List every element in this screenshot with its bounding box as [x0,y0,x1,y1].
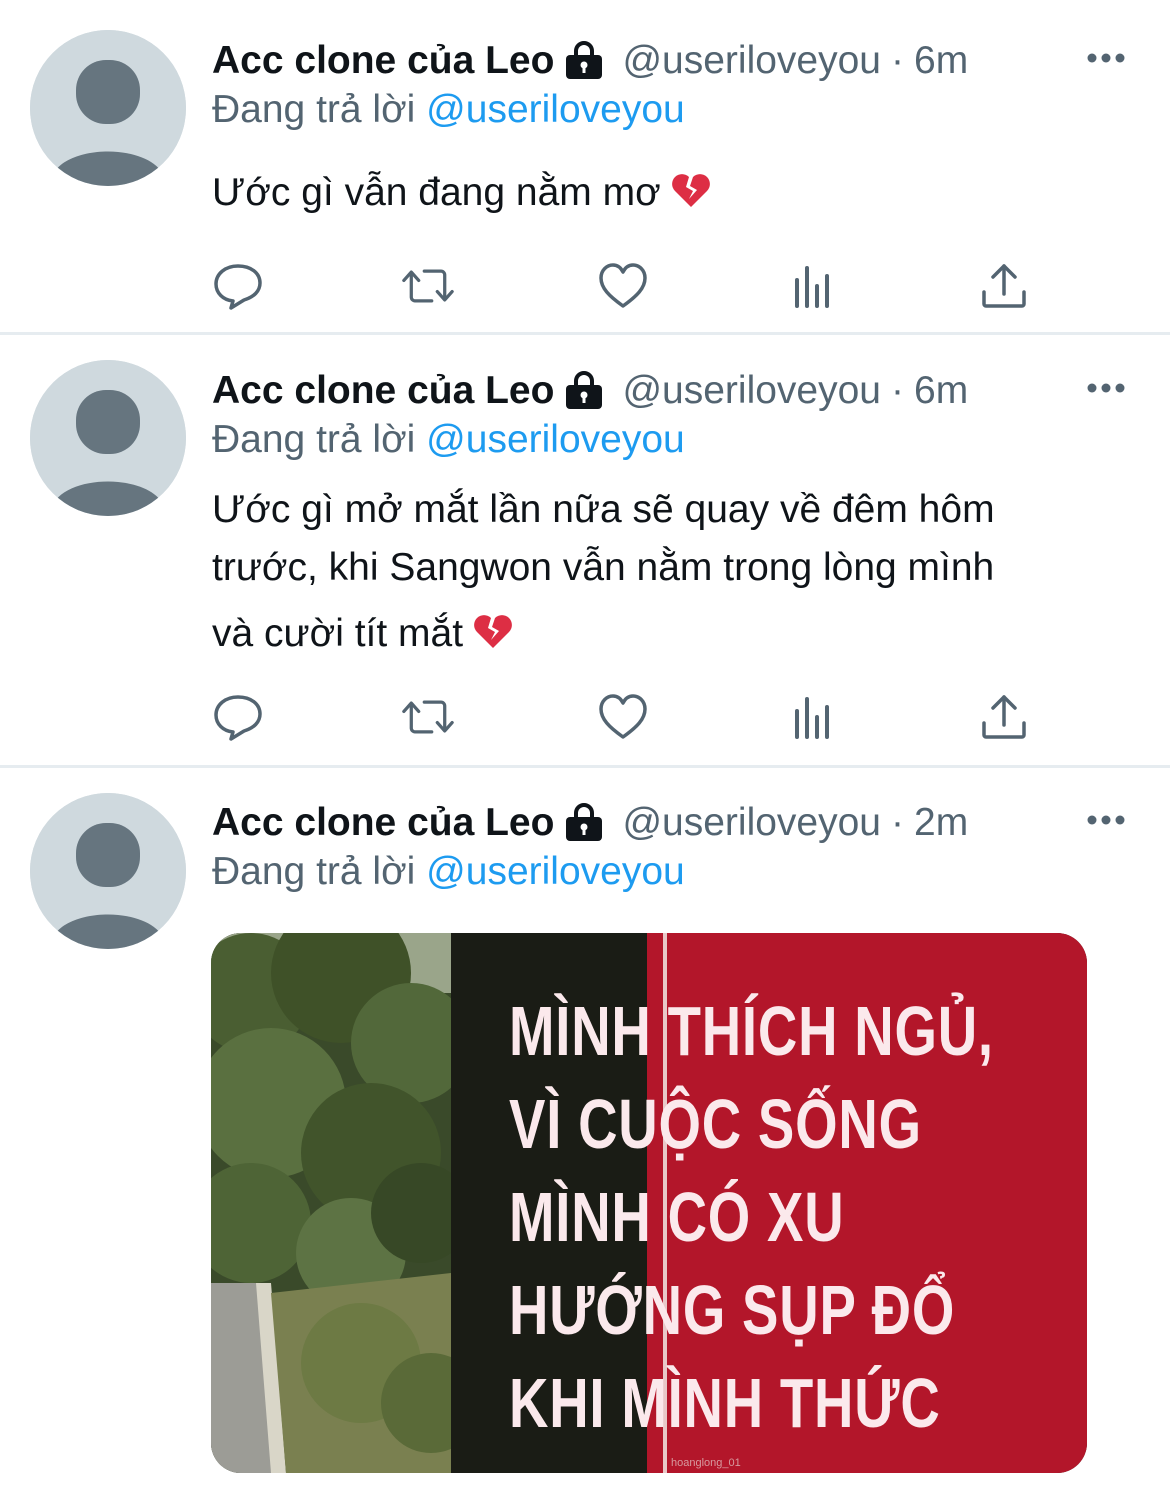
display-name[interactable]: Acc clone của Leo [212,801,554,845]
reply-context: Đang trả lời @useriloveyou [212,850,685,894]
retweet-icon[interactable] [402,260,454,312]
sign-text-line: HƯỚNG SỤP ĐỔ [509,1271,956,1349]
handle[interactable]: @useriloveyou [622,39,881,83]
analytics-icon[interactable] [787,691,839,743]
sign-text-line: KHI MÌNH THỨC [509,1364,941,1442]
default-avatar-icon [30,360,186,516]
timestamp[interactable]: 6m [914,39,968,83]
roadside-trees-picture [211,933,451,1473]
reply-context: Đang trả lời @useriloveyou [212,418,685,462]
reply-prefix: Đang trả lời [212,850,416,893]
tweet-2[interactable]: Acc clone của Leo @useriloveyou · 6m Đan… [0,335,1170,765]
broken-heart-icon [671,174,710,207]
display-name[interactable]: Acc clone của Leo [212,369,554,413]
tweet-header: Acc clone của Leo @useriloveyou · 6m [212,366,968,416]
image-watermark: hoanglong_01 [671,1457,741,1469]
tweet-actions [212,691,1042,743]
lock-icon [566,41,603,79]
share-icon[interactable] [978,260,1030,312]
reply-icon[interactable] [212,691,264,743]
more-options-icon[interactable] [1086,48,1126,68]
retweet-icon[interactable] [402,691,454,743]
default-avatar-icon [30,793,186,949]
tweet-text: Ước gì mở mắt lần nữa sẽ quay về đêm hôm… [212,481,1112,663]
tweet-text-line: Ước gì mở mắt lần nữa sẽ quay về đêm hôm [212,488,995,531]
tweet-text-last-line: và cười tít mắt [212,605,1112,663]
tweet-1[interactable]: Acc clone của Leo @useriloveyou · 6m Đan… [0,0,1170,332]
reply-mention-link[interactable]: @useriloveyou [426,418,685,461]
tweet-text-line: và cười tít mắt [212,612,464,655]
analytics-icon[interactable] [787,260,839,312]
tweet-text-content: Ước gì vẫn đang nằm mơ [212,171,661,214]
broken-heart-icon [474,615,512,648]
more-options-icon[interactable] [1086,810,1126,830]
reply-prefix: Đang trả lời [212,418,416,461]
handle[interactable]: @useriloveyou [622,801,881,845]
separator: · [891,39,904,82]
handle[interactable]: @useriloveyou [622,369,881,413]
tweet-header: Acc clone của Leo @useriloveyou · 2m [212,798,968,848]
reply-mention-link[interactable]: @useriloveyou [426,88,685,131]
default-avatar-icon [30,30,186,186]
like-icon[interactable] [597,691,649,743]
sign-text-line: VÌ CUỘC SỐNG [509,1085,922,1163]
like-icon[interactable] [597,260,649,312]
tweet-text: Ước gì vẫn đang nằm mơ [212,164,1112,222]
reply-mention-link[interactable]: @useriloveyou [426,850,685,893]
avatar[interactable] [30,30,186,186]
sign-text-line: MÌNH CÓ XU [509,1178,845,1256]
lock-icon [566,371,603,409]
share-icon[interactable] [978,691,1030,743]
lock-icon [566,803,603,841]
timestamp[interactable]: 2m [914,801,968,845]
separator: · [891,369,904,412]
reply-context: Đang trả lời @useriloveyou [212,88,685,132]
tweet-actions [212,260,1042,312]
avatar[interactable] [30,360,186,516]
reply-icon[interactable] [212,260,264,312]
avatar[interactable] [30,793,186,949]
timestamp[interactable]: 6m [914,369,968,413]
tweet-media-image[interactable]: MÌNH THÍCH NGỦ, VÌ CUỘC SỐNG MÌNH CÓ XU … [211,933,1087,1473]
reply-prefix: Đang trả lời [212,88,416,131]
display-name[interactable]: Acc clone của Leo [212,39,554,83]
sign-text: MÌNH THÍCH NGỦ, VÌ CUỘC SỐNG MÌNH CÓ XU … [509,985,994,1450]
sign-text-line: MÌNH THÍCH NGỦ, [509,992,994,1070]
tweet-header: Acc clone của Leo @useriloveyou · 6m [212,36,968,86]
more-options-icon[interactable] [1086,378,1126,398]
tweet-text-line: trước, khi Sangwon vẫn nằm trong lòng mì… [212,546,995,589]
separator: · [891,801,904,844]
